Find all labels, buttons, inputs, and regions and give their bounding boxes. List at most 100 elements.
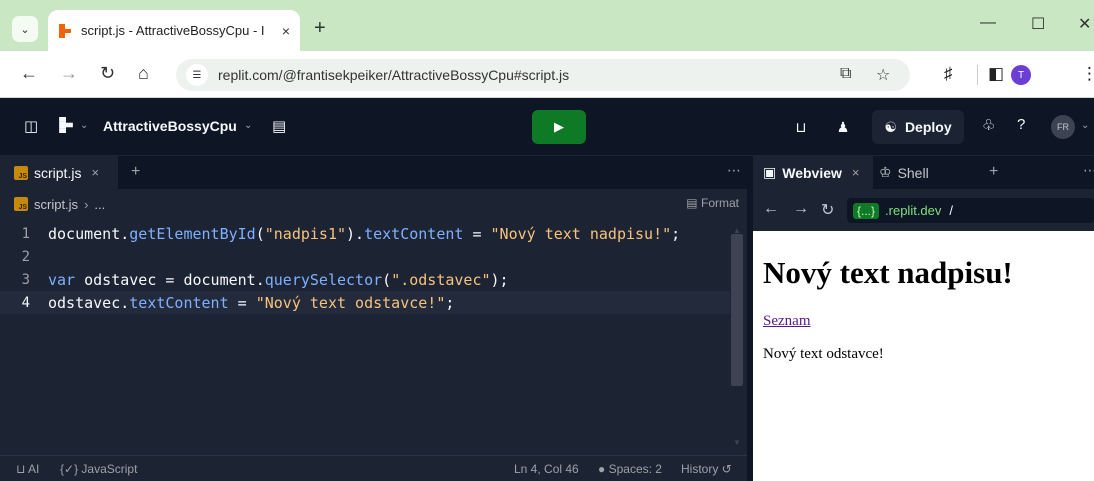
breadcrumb-more[interactable]: ... <box>94 197 105 212</box>
editor-more-icon[interactable]: ⋯ <box>727 162 741 179</box>
browser-tab-strip: ⌄ script.js - AttractiveBossyCpu - I × +… <box>0 0 1094 51</box>
webview-back-icon[interactable]: ← <box>763 200 779 218</box>
notifications-bell-icon[interactable]: ♧ <box>982 116 995 134</box>
close-webview-tab-icon[interactable]: × <box>852 165 860 180</box>
webview-forward-icon[interactable]: → <box>793 200 809 218</box>
tab-title: script.js - AttractiveBossyCpu - I <box>81 23 265 38</box>
deploy-button[interactable]: ☯ Deploy <box>872 110 964 144</box>
code-token: var <box>48 270 76 289</box>
repl-info-icon[interactable]: ▤ <box>272 117 286 135</box>
webview-reload-icon[interactable]: ↻ <box>821 200 834 220</box>
logo-chevron-icon[interactable]: ⌄ <box>80 120 88 131</box>
sidebar-toggle-icon[interactable]: ◫ <box>24 117 38 135</box>
code-line[interactable]: 2 <box>0 245 730 268</box>
code-line[interactable]: 3 var odstavec = document. querySelector("… <box>0 268 730 291</box>
avatar-chevron-icon[interactable]: ⌄ <box>1081 120 1089 131</box>
line-number: 2 <box>21 248 30 265</box>
code-token: odstavec <box>75 270 166 289</box>
profile-avatar[interactable]: T <box>1011 65 1031 85</box>
history-label: History <box>681 462 719 476</box>
help-icon[interactable]: ? <box>1017 116 1025 133</box>
history-button[interactable]: History ↺ <box>681 462 732 476</box>
tab-script-js[interactable]: JS script.js × <box>0 156 118 189</box>
user-avatar[interactable]: FR <box>1051 115 1075 139</box>
repl-chevron-icon[interactable]: ⌄ <box>244 120 252 131</box>
install-app-icon[interactable]: ⧉ <box>840 65 851 83</box>
deploy-icon: ☯ <box>884 118 897 135</box>
webview-content: Nový text nadpisu! Seznam Nový text odst… <box>753 231 1094 481</box>
new-tab-button[interactable]: + <box>314 18 326 38</box>
code-token: ( <box>255 224 265 243</box>
code-line[interactable]: 4 odstavec. textContent = "Nový text odsta… <box>0 291 730 314</box>
breadcrumb: JS script.js › ... <box>0 189 747 219</box>
code-token: getElementById <box>129 224 256 243</box>
code-line[interactable]: 1 document. getElementById("nadpis1"). text… <box>0 222 730 245</box>
close-tab-icon[interactable]: × <box>91 165 99 180</box>
add-pane-tab-icon[interactable]: + <box>989 163 998 181</box>
code-area[interactable]: 1 document. getElementById("nadpis1"). text… <box>0 222 730 314</box>
browser-menu-icon[interactable]: ⋮ <box>1081 64 1094 84</box>
code-token: odstavec <box>48 293 121 312</box>
home-icon[interactable]: ⌂ <box>138 63 149 83</box>
side-panel-icon[interactable]: ◧ <box>988 64 1004 84</box>
pane-more-icon[interactable]: ⋯ <box>1083 162 1094 179</box>
language-status[interactable]: {✓} JavaScript <box>60 462 137 476</box>
extensions-icon[interactable]: ♯ <box>944 64 953 84</box>
tab-shell[interactable]: ♔ Shell <box>879 156 929 189</box>
code-token: document <box>48 224 121 243</box>
browser-toolbar: ← → ↻ ⌂ ☰ replit.com/@frantisekpeiker/At… <box>0 51 1094 98</box>
code-token: . <box>255 270 265 289</box>
browser-tab[interactable]: script.js - AttractiveBossyCpu - I × <box>48 10 300 51</box>
replit-logo-icon[interactable] <box>58 117 74 137</box>
url-chip[interactable]: {...} <box>853 202 880 219</box>
ai-status[interactable]: ⊔ AI <box>16 462 39 476</box>
replit-header: ◫ ⌄ AttractiveBossyCpu ⌄ ▤ ▶ ⊔ ♟ ☯ Deplo… <box>0 98 1094 156</box>
maximize-icon[interactable]: ☐ <box>1031 14 1045 34</box>
webview-tab-label: Webview <box>782 164 842 181</box>
back-icon[interactable]: ← <box>20 63 38 83</box>
preview-link[interactable]: Seznam <box>763 313 1084 330</box>
invite-icon[interactable]: ♟ <box>828 110 858 144</box>
reload-icon[interactable]: ↻ <box>100 63 115 83</box>
tab-search-chevron-icon[interactable]: ⌄ <box>12 16 38 42</box>
tab-close-icon[interactable]: × <box>282 23 290 39</box>
breadcrumb-file[interactable]: script.js <box>34 197 78 212</box>
scroll-down-icon[interactable]: ▼ <box>733 438 741 447</box>
bookmark-star-icon[interactable]: ☆ <box>876 65 890 85</box>
format-button[interactable]: ▤ Format <box>686 196 739 210</box>
tab-webview[interactable]: ▣ Webview × <box>753 156 873 189</box>
ai-status-icon: ⊔ <box>16 462 26 476</box>
code-token: "Nový text nadpisu!" <box>490 224 672 243</box>
url-path[interactable]: / <box>949 203 953 218</box>
address-bar[interactable]: ☰ replit.com/@frantisekpeiker/Attractive… <box>176 59 910 91</box>
repl-name[interactable]: AttractiveBossyCpu <box>103 118 237 134</box>
editor-scrollbar[interactable] <box>731 234 743 386</box>
preview-paragraph: Nový text odstavce! <box>763 346 884 362</box>
indent-status[interactable]: ● Spaces: 2 <box>598 462 662 476</box>
code-token: ; <box>671 224 681 243</box>
code-token: . <box>120 293 130 312</box>
code-token: querySelector <box>264 270 383 289</box>
code-token: textContent <box>129 293 229 312</box>
javascript-file-icon: JS <box>14 165 28 180</box>
code-token: ".odstavec" <box>391 270 491 289</box>
ai-status-label: AI <box>28 462 40 476</box>
ai-icon[interactable]: ⊔ <box>786 110 816 144</box>
run-button[interactable]: ▶ <box>532 110 586 144</box>
webview-tab-bar: ▣ Webview × ♔ Shell + ⋯ <box>753 156 1094 189</box>
forward-icon[interactable]: → <box>60 63 78 83</box>
code-token: = <box>228 293 256 312</box>
add-tab-icon[interactable]: + <box>131 163 140 181</box>
webview-url-input[interactable]: {...} .replit.dev / <box>847 198 1094 223</box>
indent-label: Spaces: 2 <box>608 462 662 476</box>
cursor-position[interactable]: Ln 4, Col 46 <box>514 462 579 476</box>
line-number: 4 <box>21 294 30 311</box>
address-url[interactable]: replit.com/@frantisekpeiker/AttractiveBo… <box>218 67 569 83</box>
code-token: = <box>165 270 184 289</box>
site-info-icon[interactable]: ☰ <box>186 64 208 86</box>
line-number: 1 <box>21 225 30 242</box>
code-token: document <box>183 270 256 289</box>
close-window-icon[interactable]: ✕ <box>1078 14 1091 34</box>
minimize-icon[interactable]: — <box>980 14 996 32</box>
url-domain: .replit.dev <box>885 203 942 218</box>
